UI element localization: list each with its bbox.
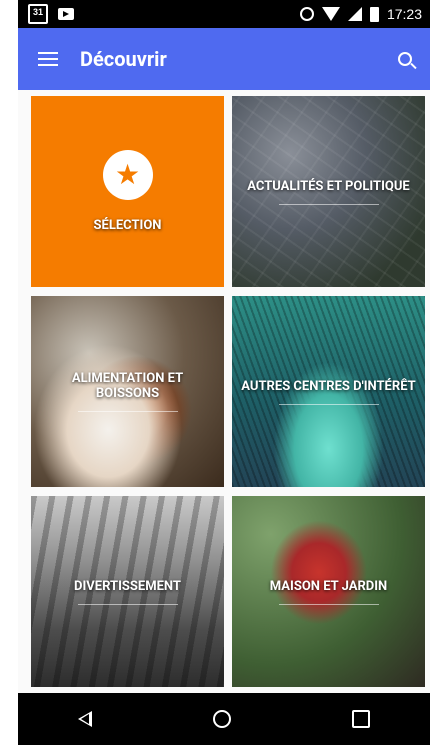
calendar-icon: 31	[28, 4, 48, 24]
tile-selection[interactable]: ★ SÉLECTION	[31, 96, 224, 287]
alarm-icon	[299, 7, 314, 21]
battery-icon	[369, 6, 379, 22]
tile-divider	[278, 403, 379, 405]
back-icon[interactable]	[78, 711, 93, 727]
app-bar: Découvrir	[18, 28, 430, 90]
recent-apps-icon[interactable]	[351, 710, 370, 728]
tile-label: ACTUALITÉS ET POLITIQUE	[247, 178, 410, 194]
tile-actualites-politique[interactable]: ACTUALITÉS ET POLITIQUE	[232, 96, 425, 287]
menu-icon[interactable]	[38, 52, 58, 66]
home-icon[interactable]	[212, 710, 231, 728]
tile-divertissement[interactable]: DIVERTISSEMENT	[31, 496, 224, 687]
status-time: 17:23	[386, 6, 422, 22]
star-badge: ★	[102, 150, 153, 200]
wifi-icon	[321, 7, 340, 21]
tile-label: DIVERTISSEMENT	[74, 578, 181, 594]
page-title: Découvrir	[80, 47, 167, 71]
navigation-bar	[18, 693, 430, 745]
status-bar: 31 17:23	[18, 0, 430, 28]
tile-label: AUTRES CENTRES D'INTÉRÊT	[241, 378, 416, 394]
tile-divider	[77, 603, 178, 605]
video-icon	[58, 8, 74, 20]
tile-label: ALIMENTATION ET BOISSONS	[71, 371, 184, 401]
tile-divider	[278, 203, 379, 205]
tile-label: MAISON ET JARDIN	[269, 578, 388, 594]
tile-label: SÉLECTION	[93, 218, 162, 233]
screen: 31 17:23 Découvrir ★ SÉLECTION ACTUALITÉ…	[18, 0, 430, 745]
signal-icon	[347, 7, 362, 21]
search-icon[interactable]	[398, 52, 412, 66]
tile-autres-centres-interet[interactable]: AUTRES CENTRES D'INTÉRÊT	[232, 296, 425, 487]
tile-divider	[77, 411, 178, 412]
tile-alimentation-boissons[interactable]: ALIMENTATION ET BOISSONS	[31, 296, 224, 487]
star-icon: ★	[114, 158, 141, 191]
tile-divider	[278, 603, 379, 605]
tile-maison-jardin[interactable]: MAISON ET JARDIN	[232, 496, 425, 687]
